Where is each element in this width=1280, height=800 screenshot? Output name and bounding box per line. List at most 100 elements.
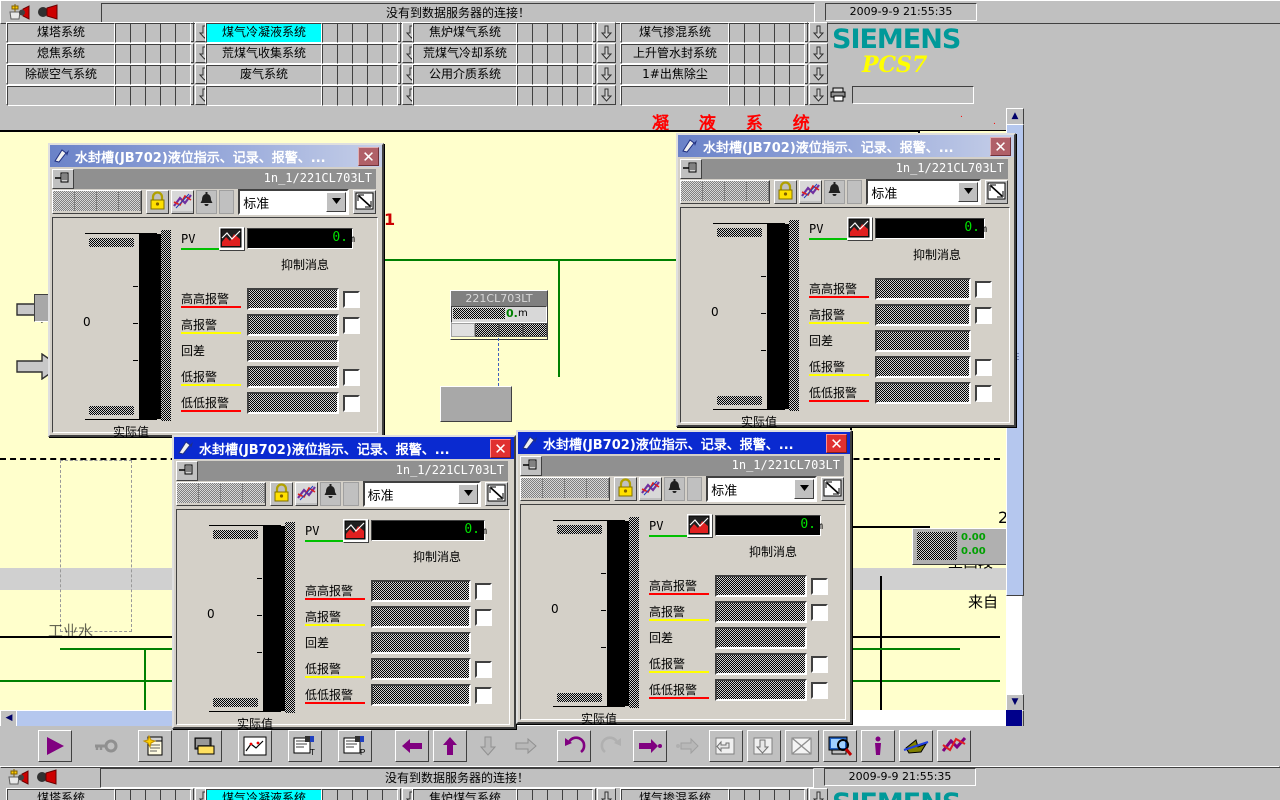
toolbar-bell-icon[interactable]	[824, 180, 845, 204]
toolbar-blank-button-2[interactable]	[199, 483, 221, 503]
toolbar-blank-button-4[interactable]	[243, 483, 265, 503]
nav-indicator[interactable]	[145, 44, 161, 64]
nav-down-arrow-button[interactable]	[809, 85, 828, 105]
alarm-limit-field-3[interactable]	[715, 653, 807, 675]
alarm-limit-field-4[interactable]	[371, 684, 471, 706]
alarm-suppress-checkbox-3[interactable]	[475, 661, 492, 678]
alarm-limit-field-3[interactable]	[875, 356, 971, 378]
nav-indicator[interactable]	[577, 789, 593, 800]
nav-indicator[interactable]	[145, 86, 161, 106]
nav-indicator[interactable]	[532, 789, 548, 800]
toolbar-trend-pen-icon[interactable]	[937, 730, 971, 762]
faceplate-title-bar[interactable]: 水封槽(JB702)液位指示、记录、报警、... ✕	[518, 432, 850, 454]
nav-indicator[interactable]	[547, 789, 563, 800]
toolbar-message-t-icon[interactable]: T	[288, 730, 322, 762]
faceplate-title-bar[interactable]: 水封槽(JB702)液位指示、记录、报警、... ✕	[50, 145, 382, 167]
alarm-horn-icon[interactable]	[6, 768, 32, 786]
nav-indicator[interactable]	[744, 789, 760, 800]
nav-indicator[interactable]	[322, 65, 338, 85]
nav-indicator[interactable]	[789, 65, 805, 85]
toolbar-trend-icon[interactable]	[171, 190, 194, 214]
alarm-limit-field-1[interactable]	[875, 304, 971, 326]
toolbar-blank-button-1[interactable]	[53, 191, 75, 211]
nav-button-3-3[interactable]	[621, 86, 729, 106]
chevron-down-icon[interactable]	[458, 484, 478, 504]
toolbar-arrow-down-icon[interactable]	[471, 730, 505, 762]
pin-window-icon[interactable]	[520, 456, 542, 476]
toolbar-blank-button-2[interactable]	[75, 191, 97, 211]
toolbar-bell-icon[interactable]	[664, 477, 685, 501]
nav-indicator[interactable]	[130, 23, 146, 43]
nav-indicator[interactable]	[352, 789, 368, 800]
alarm-suppress-checkbox-0[interactable]	[975, 281, 992, 298]
toolbar-blank-button-1[interactable]	[521, 478, 543, 498]
nav-down-arrow-button[interactable]	[597, 788, 616, 800]
view-mode-select[interactable]: 标准	[866, 179, 981, 205]
nav-indicator[interactable]	[175, 65, 191, 85]
toolbar-print-stack-icon[interactable]	[188, 730, 222, 762]
toolbar-blank-button-3[interactable]	[725, 181, 747, 201]
nav-indicator[interactable]	[367, 789, 383, 800]
nav-indicator[interactable]	[115, 86, 131, 106]
toolbar-new-report-icon[interactable]	[138, 730, 172, 762]
toolbar-blank-button-4[interactable]	[587, 478, 609, 498]
alarm-suppress-checkbox-0[interactable]	[343, 291, 360, 308]
nav-down-arrow-button[interactable]	[597, 64, 616, 84]
view-mode-select[interactable]: 标准	[362, 481, 481, 507]
chevron-down-icon[interactable]	[326, 192, 346, 212]
nav-indicator[interactable]	[160, 23, 176, 43]
toolbar-blank-button-2[interactable]	[703, 181, 725, 201]
alarm-horn-icon[interactable]	[7, 3, 33, 21]
alarm-limit-field-1[interactable]	[247, 314, 339, 336]
nav-indicator[interactable]	[367, 23, 383, 43]
nav-indicator[interactable]	[774, 789, 790, 800]
nav-indicator[interactable]	[562, 789, 578, 800]
alarm-limit-field-4[interactable]	[715, 679, 807, 701]
nav-indicator[interactable]	[759, 65, 775, 85]
alarm-limit-field-0[interactable]	[247, 288, 339, 310]
nav-indicator[interactable]	[532, 44, 548, 64]
faceplate-window-2[interactable]: 水封槽(JB702)液位指示、记录、报警、... ✕ 1n_1/221CL703LT…	[676, 133, 1016, 429]
nav-indicator[interactable]	[577, 44, 593, 64]
toolbar-blank-button-3[interactable]	[221, 483, 243, 503]
toolbar-bell-icon[interactable]	[320, 482, 341, 506]
pin-window-icon[interactable]	[680, 159, 702, 179]
megaphone-icon[interactable]	[36, 768, 62, 786]
toolbar-blank-button-4[interactable]	[119, 191, 141, 211]
toolbar-blank-button-4[interactable]	[747, 181, 769, 201]
toolbar-close-window-icon[interactable]	[785, 730, 819, 762]
toolbar-blank-button-5[interactable]	[219, 190, 235, 214]
nav-indicator[interactable]	[547, 23, 563, 43]
alarm-suppress-checkbox-3[interactable]	[975, 359, 992, 376]
faceplate-window-4[interactable]: 水封槽(JB702)液位指示、记录、报警、... ✕ 1n_1/221CL703LT…	[516, 430, 852, 726]
nav-indicator[interactable]	[352, 86, 368, 106]
toolbar-expand-icon[interactable]	[821, 477, 844, 501]
close-icon[interactable]: ✕	[826, 434, 847, 453]
toolbar-expand-icon[interactable]	[485, 482, 508, 506]
nav-indicator[interactable]	[517, 23, 533, 43]
faceplate-title-bar[interactable]: 水封槽(JB702)液位指示、记录、报警、... ✕	[174, 437, 514, 459]
toolbar-window-back-icon[interactable]	[709, 730, 743, 762]
nav-indicator[interactable]	[759, 23, 775, 43]
nav-indicator[interactable]	[352, 44, 368, 64]
pin-window-icon[interactable]	[52, 169, 74, 189]
nav-indicator[interactable]	[145, 789, 161, 800]
toolbar-blank-button-3[interactable]	[565, 478, 587, 498]
nav-indicator[interactable]	[382, 65, 398, 85]
alarm-suppress-checkbox-4[interactable]	[811, 682, 828, 699]
nav-indicator[interactable]	[517, 86, 533, 106]
faceplate-window-3[interactable]: 水封槽(JB702)液位指示、记录、报警、... ✕ 1n_1/221CL703LT…	[172, 435, 516, 731]
toolbar-expand-icon[interactable]	[985, 180, 1008, 204]
toolbar-lock-icon[interactable]	[146, 190, 169, 214]
nav-indicator[interactable]	[115, 65, 131, 85]
nav-indicator[interactable]	[774, 23, 790, 43]
chevron-down-icon[interactable]	[794, 479, 814, 499]
alarm-suppress-checkbox-4[interactable]	[975, 385, 992, 402]
printer-icon[interactable]	[830, 86, 848, 102]
nav-indicator[interactable]	[337, 789, 353, 800]
nav-indicator[interactable]	[382, 86, 398, 106]
nav-indicator[interactable]	[160, 789, 176, 800]
nav-down-arrow-button[interactable]	[809, 22, 828, 42]
close-icon[interactable]: ✕	[358, 147, 379, 166]
nav-down-arrow-button[interactable]	[809, 64, 828, 84]
